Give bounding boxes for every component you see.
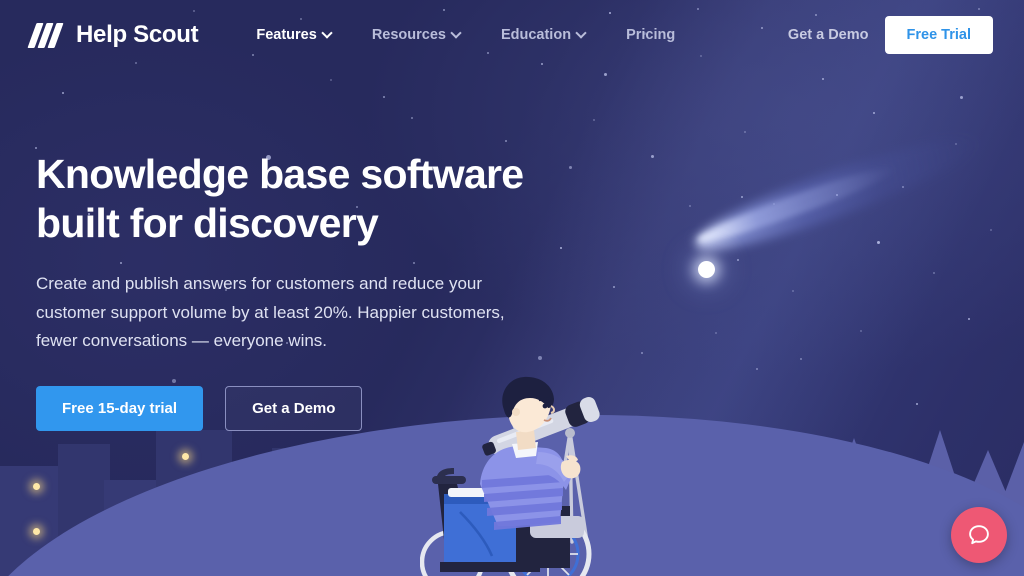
nav-actions: Get a Demo Free Trial: [788, 16, 993, 54]
star: [62, 92, 64, 94]
chat-bubble-icon: [969, 525, 989, 545]
comet-icon: [688, 121, 1010, 315]
star: [383, 96, 385, 98]
chevron-down-icon: [452, 29, 461, 38]
city-light: [33, 483, 40, 490]
star: [641, 352, 643, 354]
nav-item-resources[interactable]: Resources: [352, 27, 481, 43]
nav-item-features[interactable]: Features: [236, 27, 351, 43]
chevron-down-icon: [323, 29, 332, 38]
chevron-down-icon: [577, 29, 586, 38]
navbar: Help Scout Features Resources Education …: [0, 0, 1024, 70]
star: [873, 112, 875, 114]
hero-free-trial-button[interactable]: Free 15-day trial: [36, 386, 204, 432]
hero-heading-line2: built for discovery: [36, 200, 379, 247]
nav-item-education[interactable]: Education: [481, 27, 606, 43]
star: [822, 78, 824, 80]
hero-paragraph: Create and publish answers for customers…: [36, 274, 505, 351]
star: [968, 318, 970, 320]
nav-item-education-label: Education: [500, 27, 572, 43]
hero-heading-line1: Knowledge base software: [36, 151, 524, 197]
nav-item-features-label: Features: [256, 27, 317, 43]
star: [330, 79, 332, 81]
nav-free-trial-button[interactable]: Free Trial: [884, 16, 993, 54]
star: [604, 73, 607, 76]
page-title: Knowledge base software built for discov…: [36, 150, 596, 248]
star: [613, 286, 615, 288]
star: [505, 140, 507, 142]
star: [800, 358, 802, 360]
landing-page: Help Scout Features Resources Education …: [0, 0, 1024, 576]
star: [756, 368, 758, 370]
star: [960, 96, 963, 99]
star: [744, 131, 746, 133]
logo[interactable]: Help Scout: [27, 21, 199, 49]
city-light: [33, 528, 40, 535]
nav-links: Features Resources Education Pricing: [236, 27, 695, 43]
hero-cta-group: Free 15-day trial Get a Demo: [36, 386, 596, 432]
chat-widget-button[interactable]: [951, 507, 1007, 563]
logo-text: Help Scout: [76, 21, 199, 48]
nav-item-resources-label: Resources: [371, 27, 446, 43]
star: [715, 332, 717, 334]
nav-item-pricing-label: Pricing: [626, 27, 676, 43]
hero-section: Knowledge base software built for discov…: [36, 150, 596, 432]
help-scout-logo-icon: [27, 21, 67, 49]
city-light: [182, 453, 189, 460]
star: [411, 117, 413, 119]
star: [860, 330, 862, 332]
nav-item-pricing[interactable]: Pricing: [606, 27, 695, 43]
star: [35, 147, 37, 149]
star: [593, 119, 595, 121]
nav-get-a-demo-link[interactable]: Get a Demo: [788, 27, 869, 43]
hero-get-a-demo-button[interactable]: Get a Demo: [225, 386, 363, 432]
star: [916, 403, 918, 405]
star: [651, 155, 654, 158]
